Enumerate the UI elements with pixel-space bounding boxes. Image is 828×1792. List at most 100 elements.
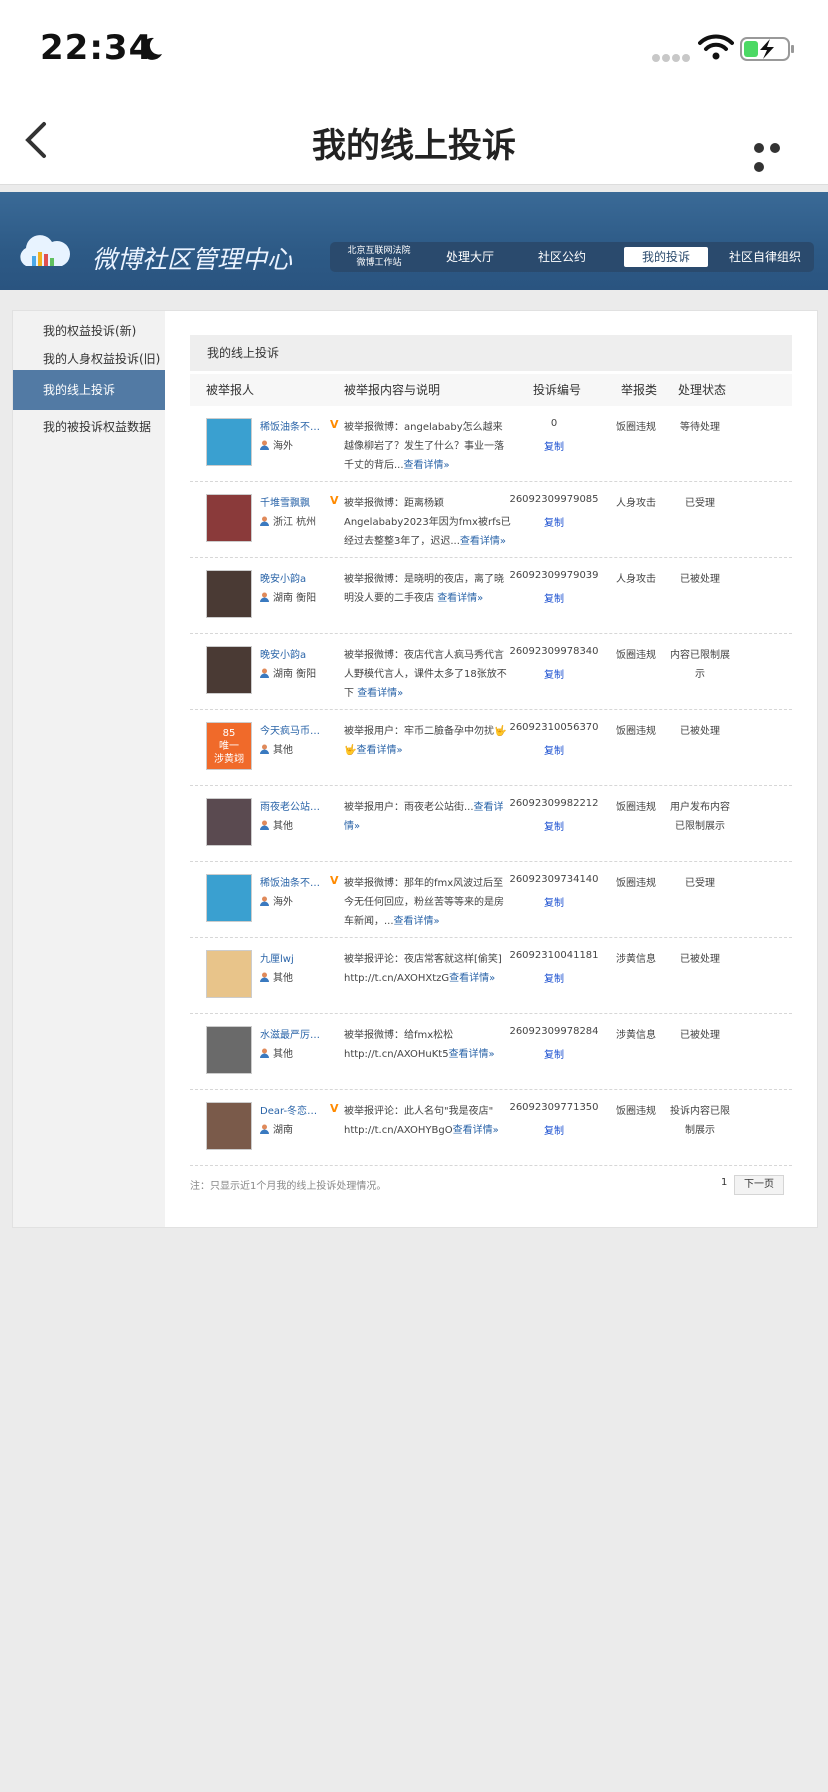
reported-user-name[interactable]: 稀饭油条不熬... — [260, 418, 324, 433]
user-location: 其他 — [260, 969, 293, 984]
copy-link[interactable]: 复制 — [504, 970, 604, 985]
user-avatar[interactable] — [206, 950, 252, 998]
copy-link[interactable]: 复制 — [504, 1122, 604, 1137]
tab-my-complaints[interactable]: 我的投诉 — [624, 247, 708, 267]
verified-badge-icon: V — [330, 1102, 339, 1115]
verified-badge-icon: V — [330, 418, 339, 431]
complaints-table: 稀饭油条不熬... V 海外 被举报微博：angelababy怎么越来越像柳岩了？发生… — [190, 406, 792, 1166]
view-details-link[interactable]: 查看详情» — [449, 973, 495, 984]
complaint-description: 被举报微博：给fmx松松 http://t.cn/AXOHuKt5查看详情» — [344, 1026, 512, 1064]
user-location: 浙江 杭州 — [260, 513, 316, 528]
user-avatar[interactable] — [206, 418, 252, 466]
page-title: 我的线上投诉 — [312, 126, 516, 166]
complaint-description: 被举报用户：牢币二臉备孕中勿扰🤟🤟查看详情» — [344, 722, 512, 760]
banner-title: 微博社区管理中心 — [92, 245, 293, 274]
copy-link[interactable]: 复制 — [504, 666, 604, 681]
complaint-description: 被举报微博：夜店代言人疯马秀代言人野模代言人，课件太多了18张放不下 查看详情» — [344, 646, 512, 703]
more-options-icon[interactable] — [754, 138, 800, 172]
processing-status: 用户发布内容已限制展示 — [670, 802, 730, 832]
processing-status: 投诉内容已限制展示 — [670, 1106, 730, 1136]
column-header-content: 被举报内容与说明 — [344, 383, 441, 397]
sidebar-item-complained-data[interactable]: 我的被投诉权益数据 — [13, 407, 165, 447]
complaint-description: 被举报微博：那年的fmx风波过后至今无任何回应，粉丝苦等等来的是房车新闻，...… — [344, 874, 512, 931]
reported-user-name[interactable]: 千堆雪飘飘 — [260, 494, 324, 509]
user-avatar[interactable] — [206, 494, 252, 542]
reported-user-name[interactable]: 水滋最严厉的... — [260, 1026, 324, 1041]
person-icon — [260, 744, 269, 754]
main-card: 我的权益投诉(新) 我的人身权益投诉(旧) 我的线上投诉 我的被投诉权益数据 我… — [12, 310, 818, 1228]
person-icon — [260, 820, 269, 830]
complaint-number: 26092309771350 — [509, 1102, 599, 1113]
next-page-button[interactable]: 下一页 — [734, 1175, 784, 1195]
table-row: 九厘lwj 其他 被举报评论：夜店常客就这样[偷笑] http://t.cn/AXO… — [190, 938, 792, 1014]
report-category: 饭圈违规 — [616, 650, 656, 661]
report-category: 涉黄信息 — [616, 1030, 656, 1041]
report-category: 饭圈违规 — [616, 1106, 656, 1117]
view-details-link[interactable]: 查看详情» — [356, 745, 402, 756]
reported-user-name[interactable]: 雨夜老公站街... — [260, 798, 324, 813]
tab-community-rules[interactable]: 社区公约 — [518, 242, 606, 272]
user-location: 其他 — [260, 1045, 293, 1060]
processing-status: 等待处理 — [680, 422, 720, 433]
user-location: 其他 — [260, 817, 293, 832]
copy-link[interactable]: 复制 — [504, 438, 604, 453]
person-icon — [260, 668, 269, 678]
reported-user-name[interactable]: 今天疯马币找... — [260, 722, 324, 737]
table-row: 晚安小韵a 湖南 衡阳 被举报微博：夜店代言人疯马秀代言人野模代言人，课件太多了18… — [190, 634, 792, 710]
copy-link[interactable]: 复制 — [504, 1046, 604, 1061]
user-avatar[interactable] — [206, 798, 252, 846]
location-text: 海外 — [273, 441, 293, 452]
complaints-panel: 我的线上投诉 被举报人 被举报内容与说明 投诉编号 举报类 处理状态 稀饭油条不… — [190, 335, 792, 1166]
reported-user-name[interactable]: 稀饭油条不熬... — [260, 874, 324, 889]
description-text: 被举报用户：雨夜老公站街... — [344, 802, 474, 813]
reported-user-name[interactable]: 晚安小韵a — [260, 646, 324, 661]
copy-link[interactable]: 复制 — [504, 590, 604, 605]
tab-processing-hall[interactable]: 处理大厅 — [426, 242, 514, 272]
column-header-number: 投诉编号 — [533, 383, 582, 397]
panel-title: 我的线上投诉 — [190, 335, 792, 371]
user-avatar[interactable] — [206, 1026, 252, 1074]
copy-link[interactable]: 复制 — [504, 894, 604, 909]
report-category: 饭圈违规 — [616, 878, 656, 889]
copy-link[interactable]: 复制 — [504, 514, 604, 529]
view-details-link[interactable]: 查看详情» — [404, 460, 450, 471]
view-details-link[interactable]: 查看详情» — [460, 536, 506, 547]
complaint-number: 26092309979039 — [509, 570, 599, 581]
view-details-link[interactable]: 查看详情» — [357, 688, 403, 699]
table-row: 雨夜老公站街... 其他 被举报用户：雨夜老公站街...查看详情» 260923099… — [190, 786, 792, 862]
complaint-number: 26092310041181 — [509, 950, 599, 961]
user-avatar[interactable] — [206, 1102, 252, 1150]
view-details-link[interactable]: 查看详情» — [394, 916, 440, 927]
processing-status: 已被处理 — [680, 574, 720, 585]
tab-court-workstation[interactable]: 北京互联网法院 微博工作站 — [336, 245, 422, 275]
view-details-link[interactable]: 查看详情» — [449, 1049, 495, 1060]
report-category: 饭圈违规 — [616, 802, 656, 813]
reported-user-name[interactable]: 九厘lwj — [260, 950, 324, 965]
processing-status: 已受理 — [685, 878, 715, 889]
location-text: 湖南 衡阳 — [273, 593, 317, 604]
column-header-reported: 被举报人 — [206, 383, 255, 397]
reported-user-name[interactable]: Dear-冬恋慕... — [260, 1102, 324, 1117]
view-details-link[interactable]: 查看详情» — [437, 593, 483, 604]
location-text: 浙江 杭州 — [273, 517, 317, 528]
person-icon — [260, 592, 269, 602]
sidebar-item-online-complaints[interactable]: 我的线上投诉 — [13, 370, 165, 410]
copy-link[interactable]: 复制 — [504, 742, 604, 757]
page-number[interactable]: 1 — [721, 1177, 727, 1188]
user-avatar[interactable] — [206, 646, 252, 694]
avatar-text: 85 唯一 涉黄翊 — [214, 728, 244, 765]
user-avatar[interactable] — [206, 570, 252, 618]
report-category: 饭圈违规 — [616, 422, 656, 433]
processing-status: 内容已限制展示 — [670, 650, 730, 680]
view-details-link[interactable]: 查看详情» — [453, 1125, 499, 1136]
complaint-description: 被举报评论：夜店常客就这样[偷笑] http://t.cn/AXOHXtzG查看… — [344, 950, 512, 988]
reported-user-name[interactable]: 晚安小韵a — [260, 570, 324, 585]
complaint-description: 被举报微博：距离杨颖Angelababy2023年因为fmx被rfs已经过去整整… — [344, 494, 512, 551]
tab-self-regulation[interactable]: 社区自律组织 — [720, 242, 810, 272]
user-location: 湖南 — [260, 1121, 293, 1136]
user-avatar[interactable] — [206, 874, 252, 922]
complaint-number: 0 — [550, 418, 558, 429]
user-avatar[interactable]: 85 唯一 涉黄翊 — [206, 722, 252, 770]
navigation-bar: 我的线上投诉 — [0, 100, 828, 185]
copy-link[interactable]: 复制 — [504, 818, 604, 833]
